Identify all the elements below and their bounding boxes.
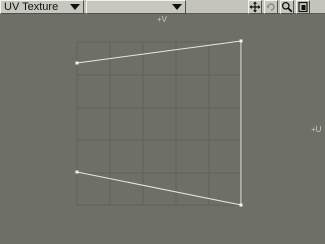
uv-vertex[interactable] xyxy=(75,61,79,65)
uv-texture-dropdown-value: UV Texture xyxy=(4,1,59,13)
uv-grid xyxy=(76,41,243,206)
chevron-down-icon xyxy=(172,4,182,10)
viewport-toolbar: UV Texture xyxy=(0,0,325,14)
uv-vertices[interactable] xyxy=(75,39,243,207)
uv-viewport[interactable]: +V +U xyxy=(0,14,325,244)
magnifier-icon xyxy=(281,1,293,13)
maximize-viewport-button[interactable] xyxy=(296,0,310,14)
uv-vertex[interactable] xyxy=(239,203,243,207)
uv-mesh[interactable] xyxy=(76,40,242,206)
rotate-view-button[interactable] xyxy=(264,0,278,14)
uv-vertex[interactable] xyxy=(75,170,79,174)
uv-edge-top[interactable] xyxy=(76,40,242,64)
uv-texture-dropdown[interactable]: UV Texture xyxy=(0,0,84,14)
maximize-viewport-icon xyxy=(298,1,308,13)
uv-canvas[interactable] xyxy=(0,14,325,244)
uv-edge-bottom[interactable] xyxy=(76,171,242,206)
rotate-icon xyxy=(266,3,275,11)
move-arrows-icon xyxy=(249,1,261,13)
zoom-view-button[interactable] xyxy=(280,0,294,14)
chevron-down-icon xyxy=(70,4,80,10)
uv-map-dropdown[interactable] xyxy=(86,0,186,14)
uv-vertex[interactable] xyxy=(239,39,243,43)
move-view-button[interactable] xyxy=(248,0,262,14)
